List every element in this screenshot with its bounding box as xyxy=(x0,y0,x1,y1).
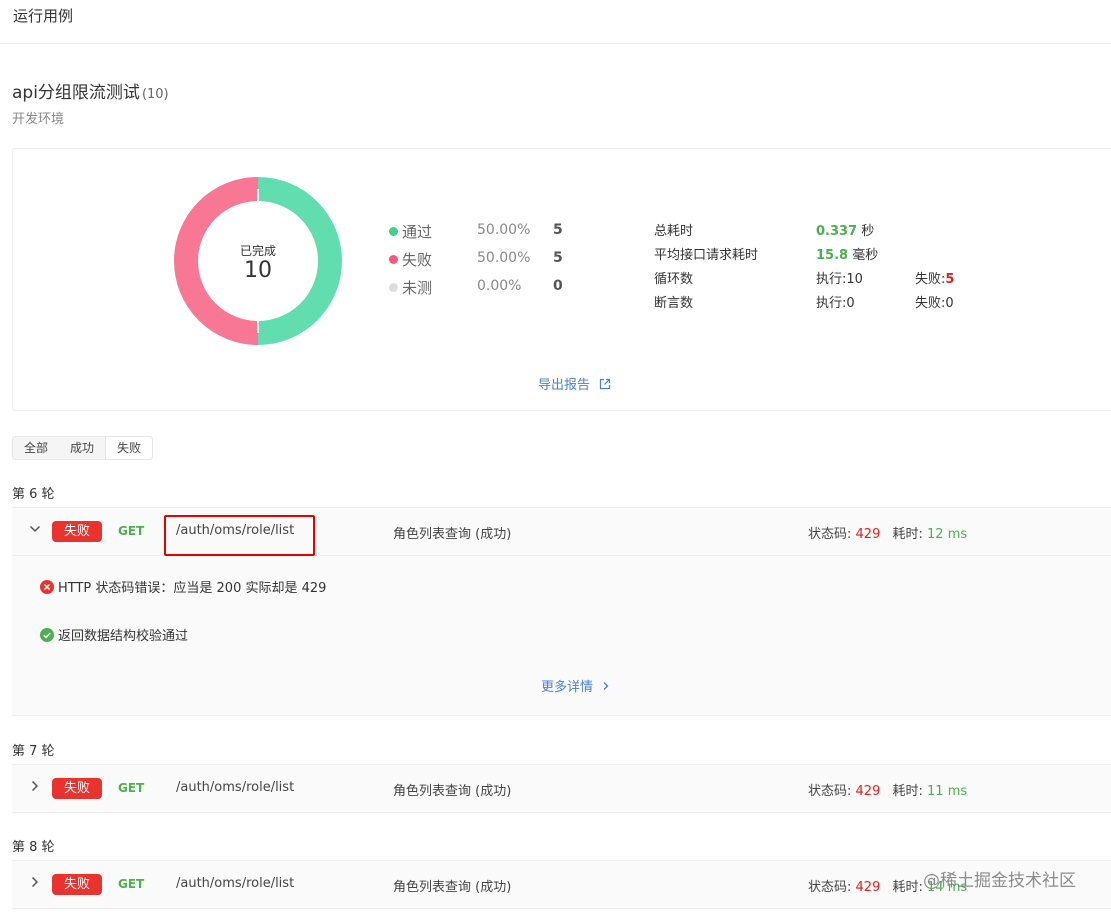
assert-label: 断言数 xyxy=(654,296,694,311)
time-label: 耗时: xyxy=(892,527,923,542)
result-filter-tabs: 全部 成功 失败 xyxy=(12,436,154,460)
filter-all[interactable]: 全部 xyxy=(13,437,59,459)
page-title: 运行用例 xyxy=(13,7,74,25)
status-badge: 失败 xyxy=(52,874,102,895)
avg-time-label: 平均接口请求耗时 xyxy=(654,248,759,263)
donut-center-value: 10 xyxy=(244,258,272,283)
request-path: /auth/oms/role/list xyxy=(176,876,295,891)
response-time: 11 ms xyxy=(927,784,968,799)
error-icon xyxy=(40,580,54,594)
assertion-error: HTTP 状态码错误：应当是 200 实际却是 429 xyxy=(40,577,326,596)
legend-name: 通过 xyxy=(402,223,433,241)
http-method: GET xyxy=(118,877,145,891)
chevron-right-icon[interactable] xyxy=(28,875,42,889)
total-time-value: 0.337 xyxy=(816,224,858,239)
more-details-label: 更多详情 xyxy=(541,680,594,695)
chevron-right-icon xyxy=(603,682,609,690)
round-label: 第 7 轮 xyxy=(12,744,55,759)
assert-exec: 执行:0 xyxy=(816,296,855,311)
chevron-down-icon[interactable] xyxy=(28,522,42,536)
legend-name: 未测 xyxy=(402,279,433,297)
time-label: 耗时: xyxy=(892,880,923,895)
time-label: 耗时: xyxy=(892,784,923,799)
http-method: GET xyxy=(118,524,145,538)
round-6-details: HTTP 状态码错误：应当是 200 实际却是 429 返回数据结构校验通过 更… xyxy=(12,556,1111,716)
run-case-page: 运行用例 api分组限流测试 (10) 开发环境 已完成 10 通过 50.00%… xyxy=(0,0,1111,912)
legend-pct: 50.00% xyxy=(477,222,531,238)
total-time-stat: 0.337 秒 xyxy=(816,220,874,239)
loop-label: 循环数 xyxy=(654,272,694,287)
donut-center-label: 已完成 xyxy=(239,244,276,258)
assert-fail: 失败:0 xyxy=(915,296,954,311)
round-label: 第 8 轮 xyxy=(12,840,55,855)
run-row-round-6[interactable]: 失败 GET /auth/oms/role/list 角色列表查询 (成功) 状… xyxy=(12,507,1111,556)
http-method: GET xyxy=(118,781,145,795)
status-badge: 失败 xyxy=(52,778,102,799)
filter-failed[interactable]: 失败 xyxy=(105,437,153,459)
total-time-unit: 秒 xyxy=(861,224,875,239)
legend-dot-untested xyxy=(389,283,398,292)
legend-dot-pass xyxy=(389,227,398,236)
legend-count: 5 xyxy=(553,250,563,266)
export-report-label: 导出报告 xyxy=(538,378,591,393)
donut-center: 已完成 10 xyxy=(173,176,343,346)
suite-env: 开发环境 xyxy=(12,112,65,127)
external-link-icon xyxy=(600,378,611,390)
check-circle-icon xyxy=(40,628,54,642)
loop-fail-value: 5 xyxy=(945,272,955,287)
request-path: /auth/oms/role/list xyxy=(176,780,295,795)
response-time: 12 ms xyxy=(927,527,968,542)
case-name: 角色列表查询 (成功) xyxy=(393,527,512,542)
round-label: 第 6 轮 xyxy=(12,487,55,502)
assertion-text: 返回数据结构校验通过 xyxy=(58,629,189,644)
legend-count: 0 xyxy=(553,278,563,294)
status-code-label: 状态码: xyxy=(808,527,852,542)
summary-card: 已完成 10 通过 50.00% 5 失败 50.00% 5 未测 0.00% … xyxy=(12,148,1111,411)
total-time-label: 总耗时 xyxy=(654,224,694,239)
status-info: 状态码: 429 耗时: 11 ms xyxy=(808,780,967,799)
avg-time-stat: 15.8 毫秒 xyxy=(816,244,878,263)
more-details-link[interactable]: 更多详情 xyxy=(541,676,610,695)
status-code: 429 xyxy=(855,784,881,799)
status-code: 429 xyxy=(855,880,881,895)
export-report-link[interactable]: 导出报告 xyxy=(538,374,611,393)
status-info: 状态码: 429 耗时: 12 ms xyxy=(808,523,967,542)
case-name: 角色列表查询 (成功) xyxy=(393,784,512,799)
status-code: 429 xyxy=(855,527,881,542)
page-header: 运行用例 xyxy=(0,0,1111,44)
run-row-round-7[interactable]: 失败 GET /auth/oms/role/list 角色列表查询 (成功) 状… xyxy=(12,764,1111,813)
legend-pct: 50.00% xyxy=(477,250,531,266)
loop-fail: 失败:5 xyxy=(915,268,954,287)
legend-pct: 0.00% xyxy=(477,278,522,294)
status-code-label: 状态码: xyxy=(808,880,852,895)
legend-dot-fail xyxy=(389,255,398,264)
watermark: @稀土掘金技术社区 xyxy=(923,871,1076,891)
assertion-text: HTTP 状态码错误：应当是 200 实际却是 429 xyxy=(58,581,327,596)
status-code-label: 状态码: xyxy=(808,784,852,799)
status-badge: 失败 xyxy=(52,521,102,542)
chevron-right-icon[interactable] xyxy=(28,779,42,793)
suite-title: api分组限流测试 (10) xyxy=(12,78,169,103)
avg-time-value: 15.8 xyxy=(816,248,849,263)
suite-count: (10) xyxy=(141,87,169,102)
filter-success[interactable]: 成功 xyxy=(59,437,105,459)
case-name: 角色列表查询 (成功) xyxy=(393,880,512,895)
loop-exec: 执行:10 xyxy=(816,272,863,287)
suite-name: api分组限流测试 xyxy=(12,83,140,103)
loop-fail-label: 失败: xyxy=(915,272,946,287)
legend-name: 失败 xyxy=(402,251,433,269)
avg-time-unit: 毫秒 xyxy=(852,248,879,263)
legend-count: 5 xyxy=(553,222,563,238)
assertion-success: 返回数据结构校验通过 xyxy=(40,625,188,644)
path-highlight-box xyxy=(164,515,315,556)
